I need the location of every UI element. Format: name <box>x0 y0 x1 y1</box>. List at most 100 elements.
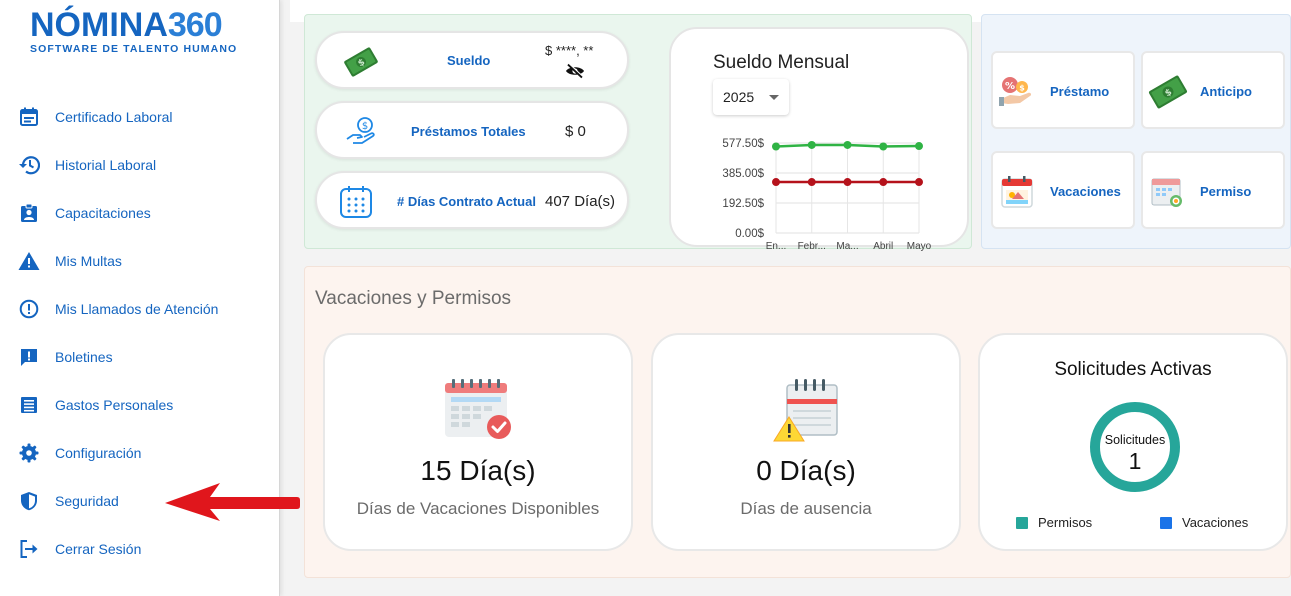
series-point-1[interactable] <box>915 178 923 187</box>
legend-item-vacaciones[interactable]: Vacaciones <box>1160 515 1248 530</box>
active-requests-title: Solicitudes Activas <box>1054 359 1212 380</box>
sidebar-item-cerrar-sesion[interactable]: Cerrar Sesión <box>0 525 280 573</box>
sidebar-item-mis-multas[interactable]: Mis Multas <box>0 237 280 285</box>
shield-icon <box>18 490 40 512</box>
vacation-request-card[interactable]: Vacaciones <box>991 151 1135 229</box>
series-point-0[interactable] <box>772 142 780 151</box>
warning-icon <box>18 250 40 272</box>
sidebar: NÓMINA360 SOFTWARE DE TALENTO HUMANO Cer… <box>0 0 300 596</box>
loans-value: $ 0 <box>565 123 586 140</box>
svg-text:%: % <box>1005 81 1015 92</box>
contract-days-value: 407 Día(s) <box>545 193 616 210</box>
red-arrow-annotation <box>165 483 300 521</box>
calendar-icon <box>18 106 40 128</box>
salary-value: $ ****, ** <box>545 43 594 58</box>
sidebar-item-label: Configuración <box>55 445 142 461</box>
loans-label: Préstamos Totales <box>411 124 526 139</box>
contract-days-label: # Días Contrato Actual <box>397 194 536 209</box>
available-vacation-card: 15 Día(s) Días de Vacaciones Disponibles <box>323 333 633 551</box>
donut-segment-permisos <box>1090 402 1180 492</box>
sidebar-item-label: Seguridad <box>55 493 119 509</box>
y-tick-label: 385.00$ <box>722 168 764 180</box>
permit-request-card[interactable]: Permiso <box>1141 151 1285 229</box>
series-point-1[interactable] <box>879 178 888 187</box>
x-tick-label: Abril <box>873 241 893 252</box>
legend-swatch-permisos <box>1016 516 1028 529</box>
absence-days-caption: Días de ausencia <box>740 499 872 518</box>
vacation-request-label: Vacaciones <box>1050 184 1121 199</box>
advance-request-card[interactable]: $ Anticipo <box>1141 51 1285 129</box>
gear-icon <box>18 442 40 464</box>
x-tick-label: En... <box>766 241 787 252</box>
available-days-value: 15 Día(s) <box>420 455 536 486</box>
hand-coin-icon: $ <box>345 115 379 154</box>
badge-icon <box>18 202 40 224</box>
available-days-caption: Días de Vacaciones Disponibles <box>356 499 600 518</box>
series-point-1[interactable] <box>772 178 780 187</box>
active-requests-card: Solicitudes Activas Solicitudes 1 Permis… <box>978 333 1288 551</box>
donut-center-label: Solicitudes <box>1105 433 1165 447</box>
salary-chart-card: Sueldo Mensual 2025 577.50$ 385.00$ 192.50… <box>669 27 969 252</box>
salary-line-chart: 577.50$ 385.00$ 192.50$ 0.00$En... Febr... Ma… <box>722 138 931 252</box>
sidebar-item-label: Cerrar Sesión <box>55 541 142 557</box>
sidebar-item-label: Mis Llamados de Atención <box>55 301 219 317</box>
salary-label: Sueldo <box>447 53 491 68</box>
permit-request-label: Permiso <box>1200 184 1252 199</box>
sidebar-item-label: Boletines <box>55 349 113 365</box>
series-point-1[interactable] <box>843 178 852 187</box>
vacations-panel: Vacaciones y Permisos 15 Día(s) Días de … <box>304 266 1291 578</box>
requests-donut-chart: Solicitudes 1 <box>1090 402 1180 492</box>
y-tick-label: 192.50$ <box>722 198 764 210</box>
contract-days-card[interactable]: # Días Contrato Actual 407 Día(s) <box>315 171 629 229</box>
loan-request-card[interactable]: % $ Préstamo <box>991 51 1135 129</box>
legend-swatch-vacaciones <box>1160 516 1172 529</box>
svg-text:$: $ <box>362 121 368 132</box>
sidebar-item-boletines[interactable]: Boletines <box>0 333 280 381</box>
absence-card: 0 Día(s) Días de ausencia <box>651 333 961 551</box>
main-content: $ Sueldo $ ****, ** $ Préstamos Totales … <box>290 0 1291 596</box>
series-point-0[interactable] <box>807 140 816 149</box>
sidebar-item-mis-llamados-de-atencion[interactable]: Mis Llamados de Atención <box>0 285 280 333</box>
sidebar-item-historial-laboral[interactable]: Historial Laboral <box>0 141 280 189</box>
summary-panel: $ Sueldo $ ****, ** $ Préstamos Totales … <box>304 14 972 252</box>
logo-number: 360 <box>167 6 223 44</box>
chevron-down-icon <box>769 95 779 100</box>
sidebar-item-configuracion[interactable]: Configuración <box>0 429 280 477</box>
requests-panel: % $ Préstamo $ Anticipo Vacaciones Permis… <box>981 14 1291 249</box>
series-point-0[interactable] <box>843 140 852 149</box>
legend-label-vacaciones: Vacaciones <box>1182 515 1249 530</box>
money-icon: $ <box>1148 73 1188 116</box>
loan-hand-icon: % $ <box>998 73 1038 116</box>
donut-center-value: 1 <box>1129 448 1142 474</box>
sidebar-item-gastos-personales[interactable]: Gastos Personales <box>0 381 280 429</box>
history-icon <box>18 154 40 176</box>
calendar-check-icon <box>443 377 515 448</box>
permit-calendar-icon <box>1148 173 1188 216</box>
sidebar-item-label: Historial Laboral <box>55 157 157 173</box>
year-select[interactable]: 2025 <box>713 79 789 115</box>
app-logo[interactable]: NÓMINA360 SOFTWARE DE TALENTO HUMANO <box>30 8 237 55</box>
calendar-grid-icon <box>339 185 373 224</box>
logo-name: NÓMINA <box>30 6 168 44</box>
x-tick-label: Ma... <box>836 241 858 252</box>
x-tick-label: Febr... <box>798 241 826 252</box>
series-point-1[interactable] <box>807 178 816 187</box>
y-tick-label: 577.50$ <box>722 138 764 150</box>
logout-icon <box>18 538 40 560</box>
sidebar-item-certificado-laboral[interactable]: Certificado Laboral <box>0 93 280 141</box>
sidebar-item-label: Capacitaciones <box>55 205 151 221</box>
loans-card[interactable]: $ Préstamos Totales $ 0 <box>315 101 629 159</box>
logo-tagline: SOFTWARE DE TALENTO HUMANO <box>30 43 238 55</box>
series-point-0[interactable] <box>915 142 923 151</box>
legend-item-permisos[interactable]: Permisos <box>1016 515 1092 530</box>
salary-card[interactable]: $ Sueldo $ ****, ** <box>315 31 629 89</box>
list-icon <box>18 394 40 416</box>
series-point-0[interactable] <box>879 142 888 151</box>
chart-title: Sueldo Mensual <box>713 52 850 73</box>
hidden-eye-icon[interactable] <box>565 63 585 84</box>
section-title: Vacaciones y Permisos <box>315 288 512 309</box>
sidebar-item-label: Gastos Personales <box>55 397 174 413</box>
sidebar-item-capacitaciones[interactable]: Capacitaciones <box>0 189 280 237</box>
svg-text:$: $ <box>1019 84 1025 93</box>
announcement-icon <box>18 346 40 368</box>
